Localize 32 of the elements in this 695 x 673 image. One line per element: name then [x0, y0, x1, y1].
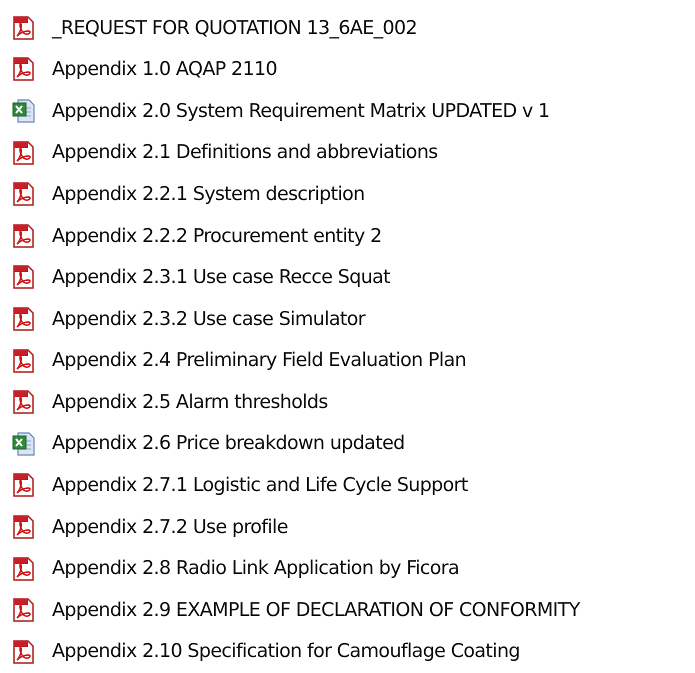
spreadsheet-file-icon: [12, 98, 36, 123]
file-name[interactable]: Appendix 2.3.2 Use case Simulator: [52, 304, 366, 334]
pdf-file-icon: [12, 224, 36, 248]
pdf-file-icon: [12, 473, 36, 498]
pdf-file-icon: [12, 390, 36, 414]
pdf-file-icon: [12, 182, 36, 206]
pdf-file-icon: [12, 57, 36, 82]
file-name[interactable]: _REQUEST FOR QUOTATION 13_6AE_002: [52, 14, 418, 42]
pdf-file-icon: [12, 640, 36, 664]
file-name[interactable]: Appendix 2.2.2 Procurement entity 2: [52, 222, 382, 250]
pdf-file-icon: [12, 598, 36, 622]
file-name[interactable]: Appendix 2.7.2 Use profile: [52, 512, 288, 542]
pdf-file-icon: [12, 514, 36, 539]
file-name[interactable]: Appendix 2.7.1 Logistic and Life Cycle Support: [52, 471, 468, 500]
file-name[interactable]: Appendix 1.0 AQAP 2110: [52, 55, 277, 84]
file-name[interactable]: Appendix 2.8 Radio Link Application by Ficora: [52, 554, 460, 583]
pdf-file-icon: [12, 265, 36, 290]
pdf-file-icon: [12, 348, 36, 373]
pdf-file-icon: [12, 306, 36, 331]
file-name[interactable]: Appendix 2.2.1 System description: [52, 180, 365, 208]
file-name[interactable]: Appendix 2.10 Specification for Camouflage Coating: [52, 637, 520, 666]
pdf-file-icon: [12, 556, 36, 581]
pdf-file-icon: [12, 16, 36, 40]
file-name[interactable]: Appendix 2.1 Definitions and abbreviations: [52, 138, 438, 167]
file-name[interactable]: Appendix 2.5 Alarm thresholds: [52, 388, 328, 416]
pdf-file-icon: [12, 140, 36, 165]
spreadsheet-file-icon: [12, 432, 36, 456]
file-name[interactable]: Appendix 2.3.1 Use case Recce Squat: [52, 263, 390, 292]
file-name[interactable]: Appendix 2.9 EXAMPLE OF DECLARATION OF CONFORMITY: [52, 596, 580, 624]
file-name[interactable]: Appendix 2.4 Preliminary Field Evaluation Plan: [52, 346, 466, 375]
file-name[interactable]: Appendix 2.0 System Requirement Matrix UPDATED v 1: [52, 96, 550, 126]
file-name[interactable]: Appendix 2.6 Price breakdown updated: [52, 429, 405, 458]
